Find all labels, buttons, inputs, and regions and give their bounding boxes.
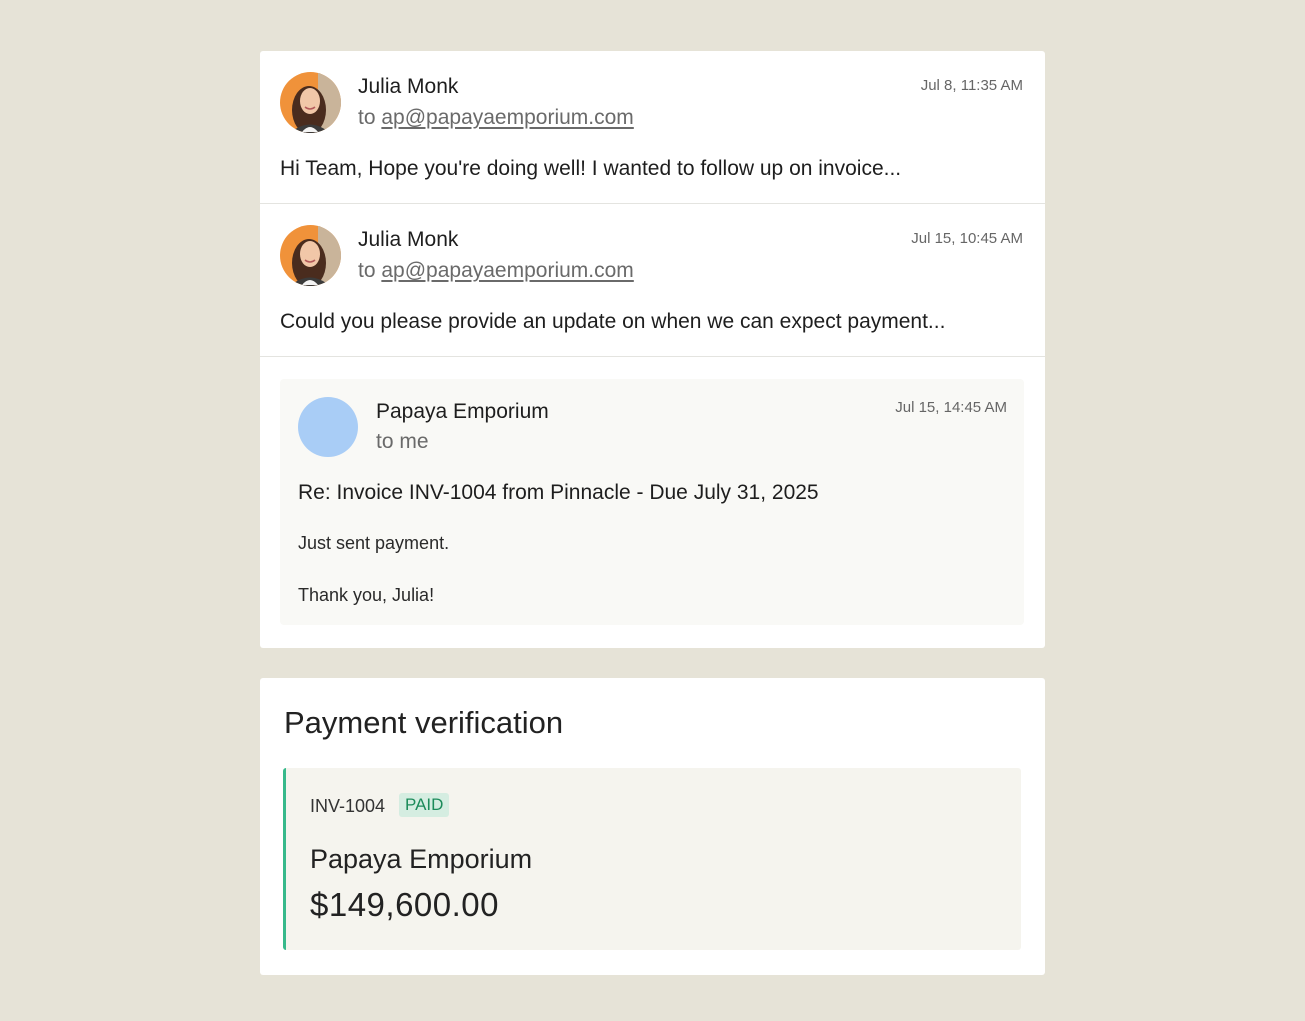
message-timestamp: Jul 15, 14:45 AM [895,399,1007,416]
recipient-line: to ap@papayaemporium.com [358,259,634,283]
avatar [280,225,341,286]
email-message[interactable]: Julia Monk to ap@papayaemporium.com Jul … [260,51,1045,204]
section-title: Payment verification [284,705,564,740]
sender-name: Papaya Emporium [376,400,549,423]
message-snippet: Could you please provide an update on wh… [280,310,946,333]
payment-verification-card: Payment verification INV-1004 PAID Papay… [260,678,1045,975]
message-subject: Re: Invoice INV-1004 from Pinnacle - Due… [298,481,819,504]
invoice-company: Papaya Emporium [310,844,533,874]
sender-name: Julia Monk [358,75,459,98]
invoice-amount: $149,600.00 [310,886,500,923]
message-body-line: Just sent payment. [298,533,450,553]
to-prefix: to [358,106,376,129]
message-timestamp: Jul 8, 11:35 AM [920,77,1023,94]
recipient-email-link[interactable]: ap@papayaemporium.com [381,259,633,282]
recipient-line: to me [376,430,429,453]
reply-message[interactable]: Papaya Emporium to me Jul 15, 14:45 AM R… [280,379,1024,625]
message-timestamp: Jul 15, 10:45 AM [911,230,1023,247]
invoice-summary[interactable]: INV-1004 PAID Papaya Emporium $149,600.0… [283,768,1021,950]
avatar [298,397,358,457]
message-snippet: Hi Team, Hope you're doing well! I wante… [280,157,902,180]
sender-name: Julia Monk [358,228,459,251]
status-badge: PAID [399,793,450,817]
message-body-line: Thank you, Julia! [298,585,435,605]
invoice-id: INV-1004 [310,796,386,816]
recipient-line: to ap@papayaemporium.com [358,106,634,130]
email-message[interactable]: Julia Monk to ap@papayaemporium.com Jul … [260,204,1045,357]
recipient-email-link[interactable]: ap@papayaemporium.com [381,106,633,129]
to-prefix: to [358,259,376,282]
email-thread-card: Julia Monk to ap@papayaemporium.com Jul … [260,51,1045,648]
avatar [280,72,341,133]
